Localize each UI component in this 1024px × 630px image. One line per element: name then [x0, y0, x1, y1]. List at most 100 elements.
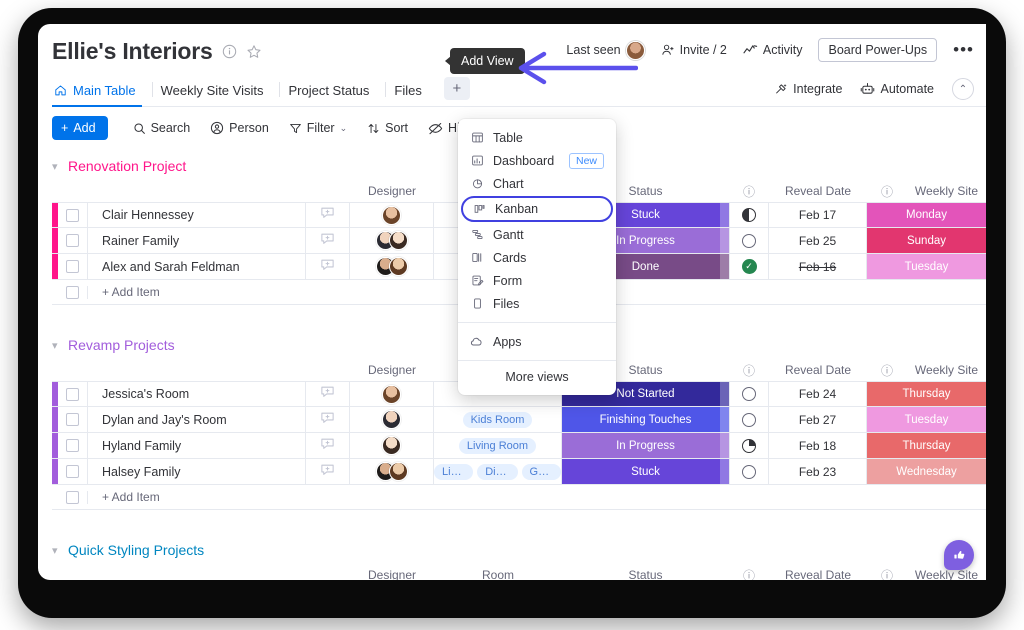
- search-button[interactable]: Search: [124, 117, 200, 139]
- progress-done-icon[interactable]: ✓: [741, 259, 757, 274]
- designer-cell[interactable]: [350, 228, 434, 253]
- item-name-cell[interactable]: Halsey Family: [88, 459, 306, 484]
- row-checkbox[interactable]: [66, 387, 79, 401]
- row-checkbox-cell[interactable]: [58, 285, 88, 299]
- row-checkbox-cell[interactable]: [58, 459, 88, 484]
- room-tag[interactable]: Guest Ro...: [521, 463, 561, 480]
- group-title[interactable]: Quick Styling Projects: [68, 542, 204, 558]
- progress-empty-icon[interactable]: [742, 412, 756, 427]
- progress-cell[interactable]: [729, 433, 769, 458]
- add-update-icon[interactable]: [320, 205, 335, 225]
- status-cell[interactable]: Stuck: [562, 459, 729, 484]
- item-name-cell[interactable]: Rainer Family: [88, 228, 306, 253]
- chat-bubble-icon[interactable]: [944, 540, 974, 570]
- info-circle-icon[interactable]: ⓘ: [881, 567, 893, 581]
- menu-item-apps[interactable]: Apps: [458, 330, 616, 353]
- info-circle-icon[interactable]: ⓘ: [743, 183, 755, 200]
- column-header-status[interactable]: Status: [562, 568, 729, 580]
- menu-item-dashboard[interactable]: Dashboard New: [458, 149, 616, 172]
- reveal-date-cell[interactable]: Feb 17: [769, 203, 867, 227]
- row-checkbox[interactable]: [66, 413, 79, 426]
- filter-button[interactable]: Filter ⌄: [280, 117, 356, 139]
- column-header-weekly-site[interactable]: Weekly Site: [907, 363, 986, 377]
- column-header-room[interactable]: Room: [434, 568, 562, 580]
- chevron-down-icon[interactable]: ▾: [52, 160, 68, 173]
- integrate-button[interactable]: Integrate: [774, 82, 842, 96]
- menu-item-files[interactable]: Files: [458, 292, 616, 315]
- avatar[interactable]: [382, 205, 401, 225]
- row-checkbox[interactable]: [66, 234, 79, 247]
- progress-cell[interactable]: [729, 203, 769, 227]
- room-cell[interactable]: Living Ro...Dining Ro...Guest Ro...: [434, 459, 562, 484]
- tab-main-table[interactable]: Main Table: [52, 83, 152, 107]
- progress-half-icon[interactable]: [742, 208, 756, 222]
- menu-item-gantt[interactable]: Gantt: [458, 223, 616, 246]
- weekly-site-cell[interactable]: Monday: [867, 203, 986, 227]
- row-checkbox[interactable]: [66, 439, 79, 452]
- table-row[interactable]: Dylan and Jay's Room Kids Room Finishing T…: [52, 407, 986, 433]
- reveal-date-cell[interactable]: Feb 25: [769, 228, 867, 253]
- add-update-icon[interactable]: [320, 410, 335, 430]
- reveal-date-cell[interactable]: Feb 18: [769, 433, 867, 458]
- updates-cell[interactable]: [306, 203, 350, 227]
- add-update-icon[interactable]: [320, 462, 335, 482]
- info-circle-icon[interactable]: [222, 44, 237, 59]
- column-header-designer[interactable]: Designer: [350, 184, 434, 198]
- weekly-site-cell[interactable]: Thursday: [867, 382, 986, 406]
- updates-cell[interactable]: [306, 459, 350, 484]
- status-cell[interactable]: In Progress: [562, 433, 729, 458]
- reveal-date-cell[interactable]: Feb 23: [769, 459, 867, 484]
- person-button[interactable]: Person: [201, 117, 278, 139]
- room-cell[interactable]: Living Room: [434, 433, 562, 458]
- designer-cell[interactable]: [350, 254, 434, 279]
- collapse-header-button[interactable]: ⌃: [952, 78, 974, 100]
- status-cell[interactable]: Finishing Touches: [562, 407, 729, 432]
- avatar[interactable]: [388, 257, 408, 276]
- weekly-site-cell[interactable]: Thursday: [867, 433, 986, 458]
- progress-empty-icon[interactable]: [742, 464, 756, 479]
- row-checkbox[interactable]: [66, 285, 79, 299]
- more-views-button[interactable]: More views: [458, 361, 616, 395]
- item-name-cell[interactable]: Alex and Sarah Feldman: [88, 254, 306, 279]
- sort-button[interactable]: Sort: [358, 117, 417, 139]
- updates-cell[interactable]: [306, 433, 350, 458]
- row-checkbox-cell[interactable]: [58, 382, 88, 406]
- row-checkbox[interactable]: [66, 465, 79, 478]
- add-update-icon[interactable]: [320, 436, 335, 456]
- room-tag[interactable]: Kids Room: [462, 411, 533, 428]
- progress-empty-icon[interactable]: [742, 233, 756, 248]
- add-item-label[interactable]: + Add Item: [88, 490, 160, 504]
- automate-button[interactable]: Automate: [860, 82, 934, 96]
- activity-button[interactable]: Activity: [743, 43, 802, 57]
- designer-cell[interactable]: [350, 407, 434, 432]
- column-header-reveal-date[interactable]: Reveal Date: [769, 568, 867, 580]
- column-header-designer[interactable]: Designer: [350, 568, 434, 580]
- info-circle-icon[interactable]: ⓘ: [743, 567, 755, 581]
- menu-item-kanban[interactable]: Kanban: [461, 196, 613, 222]
- row-checkbox-cell[interactable]: [58, 203, 88, 227]
- add-update-icon[interactable]: [320, 257, 335, 277]
- room-tag[interactable]: Living Room: [458, 437, 537, 454]
- group-title[interactable]: Revamp Projects: [68, 337, 175, 353]
- progress-cell[interactable]: ✓: [729, 254, 769, 279]
- designer-cell[interactable]: [350, 203, 434, 227]
- invite-button[interactable]: Invite / 2: [661, 43, 727, 57]
- info-circle-icon[interactable]: ⓘ: [881, 183, 893, 200]
- designer-cell[interactable]: [350, 433, 434, 458]
- weekly-site-cell[interactable]: Wednesday: [867, 459, 986, 484]
- updates-cell[interactable]: [306, 254, 350, 279]
- updates-cell[interactable]: [306, 407, 350, 432]
- progress-quarter-icon[interactable]: [742, 438, 756, 453]
- column-header-designer[interactable]: Designer: [350, 363, 434, 377]
- room-tag[interactable]: Living Ro...: [434, 463, 474, 480]
- row-checkbox[interactable]: [66, 260, 79, 273]
- column-header-weekly-site[interactable]: Weekly Site: [907, 184, 986, 198]
- tab-files[interactable]: Files: [388, 83, 437, 106]
- column-header-reveal-date[interactable]: Reveal Date: [769, 184, 867, 198]
- item-name-cell[interactable]: Jessica's Room: [88, 382, 306, 406]
- room-cell[interactable]: Kids Room: [434, 407, 562, 432]
- chevron-down-icon[interactable]: ▾: [52, 339, 68, 352]
- menu-item-table[interactable]: Table: [458, 126, 616, 149]
- updates-cell[interactable]: [306, 228, 350, 253]
- progress-cell[interactable]: [729, 459, 769, 484]
